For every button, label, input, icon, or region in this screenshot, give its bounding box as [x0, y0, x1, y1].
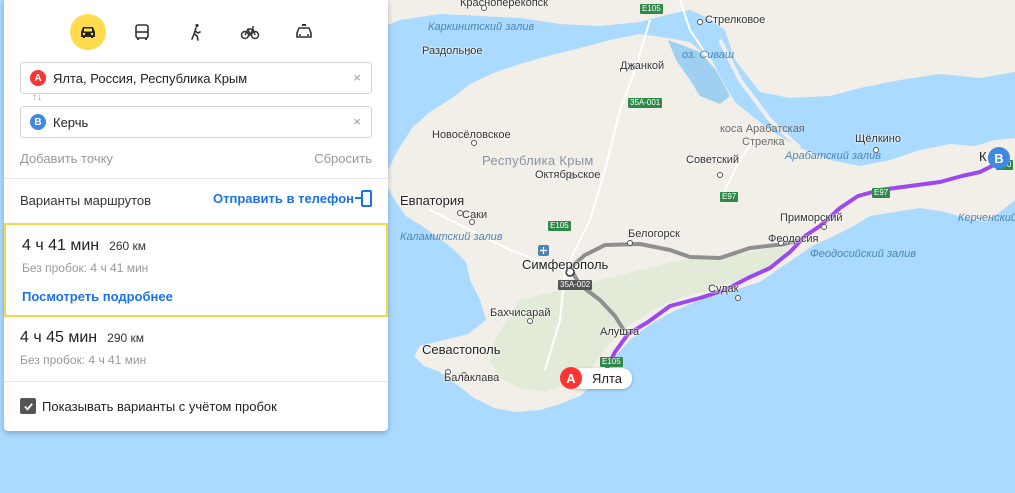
city-kerch-partial: К — [979, 149, 987, 164]
pin-b-marker[interactable]: B — [988, 147, 1010, 169]
point-actions: Добавить точку Сбросить — [20, 151, 372, 166]
city-bakhchisaray: Бахчисарай — [490, 307, 551, 319]
water-sivash: оз. Сиваш — [682, 49, 735, 61]
region-label: Республика Крым — [482, 153, 594, 168]
reset-button[interactable]: Сбросить — [314, 151, 372, 166]
city-shchelkino: Щёлкино — [855, 133, 901, 145]
route-1-details-link[interactable]: Посмотреть подробнее — [22, 289, 370, 304]
car-icon — [81, 27, 95, 38]
from-input[interactable] — [53, 70, 343, 86]
city-sevastopol: Севастополь — [422, 342, 501, 357]
transport-modes — [70, 14, 340, 50]
city-balaklava: Балаклава — [444, 372, 500, 384]
spit-label-2: Стрелка — [742, 136, 785, 148]
route-option-1[interactable]: 4 ч 41 мин 260 км Без пробок: 4 ч 41 мин … — [4, 223, 388, 317]
mode-car-button[interactable] — [70, 14, 106, 50]
city-saki: Саки — [462, 209, 488, 221]
swap-icon[interactable]: ↑↓ — [32, 93, 42, 103]
route-1-distance: 260 км — [109, 239, 146, 253]
city-feodosia: Феодосия — [768, 233, 819, 245]
traffic-checkbox-label: Показывать варианты с учётом пробок — [42, 398, 277, 414]
route-2-time: 4 ч 45 мин — [20, 329, 98, 346]
bike-icon — [240, 26, 260, 40]
taxi-icon — [296, 24, 312, 38]
mode-bike-button[interactable] — [232, 14, 268, 50]
city-sovetsky: Советский — [686, 154, 740, 166]
route-2-no-traffic: Без пробок: 4 ч 41 мин — [20, 353, 147, 367]
from-badge: A — [30, 70, 46, 86]
to-badge: B — [30, 114, 46, 130]
road-shield-35a001: 35А-001 — [628, 98, 663, 108]
traffic-checkbox-row[interactable]: Показывать варианты с учётом пробок — [20, 398, 277, 414]
send-to-phone-label: Отправить в телефон — [213, 191, 354, 206]
variants-header: Варианты маршрутов Отправить в телефон — [20, 190, 372, 208]
road-shield-e105-bottom: E105 — [600, 357, 623, 367]
route-1-no-traffic: Без пробок: 4 ч 41 мин — [22, 261, 149, 275]
check-icon — [23, 402, 33, 411]
city-primorsky: Приморский — [780, 212, 843, 224]
route-option-2[interactable]: 4 ч 45 мин 290 км Без пробок: 4 ч 41 мин — [4, 317, 388, 381]
mode-walk-button[interactable] — [178, 14, 214, 50]
mode-taxi-button[interactable] — [286, 14, 322, 50]
city-strelkovoe: Стрелковое — [705, 14, 766, 26]
divider — [4, 381, 388, 382]
spit-label-1: коса Арабатская — [720, 123, 805, 135]
water-feodosia: Феодосийский залив — [810, 248, 916, 260]
divider — [4, 178, 388, 179]
city-simferopol: Симферополь — [522, 257, 609, 272]
to-field[interactable]: B × — [20, 106, 372, 138]
traffic-checkbox[interactable] — [20, 398, 36, 414]
from-clear-icon[interactable]: × — [353, 71, 361, 85]
city-alushta: Алушта — [600, 326, 640, 338]
city-krasnoperekopsk: Красноперекопск — [460, 0, 548, 9]
city-sudak: Судак — [708, 283, 739, 295]
city-evpatoria: Евпатория — [400, 193, 465, 208]
to-clear-icon[interactable]: × — [353, 115, 361, 129]
pin-a-marker[interactable]: A — [560, 367, 582, 389]
water-karkinit: Каркинитский залив — [428, 21, 535, 33]
road-shield-e97: E97 — [720, 192, 739, 202]
send-to-phone-button[interactable]: Отправить в телефон — [213, 190, 372, 207]
from-field[interactable]: A × — [20, 62, 372, 94]
walk-icon — [191, 23, 201, 41]
city-belogorsk: Белогорск — [628, 228, 680, 240]
add-point-button[interactable]: Добавить точку — [20, 151, 113, 166]
city-razdolnoe: Раздольное — [422, 45, 483, 57]
road-shield-e105-mid: E105 — [548, 221, 571, 231]
route-2-distance: 290 км — [107, 331, 144, 345]
mode-bus-button[interactable] — [124, 14, 160, 50]
water-arabat: Арабатский залив — [785, 150, 881, 162]
road-shield-e97-east: E97 — [872, 188, 891, 198]
road-shield-e105-top: E105 — [640, 4, 663, 14]
phone-icon — [355, 190, 372, 207]
city-oktyabrskoe: Октябрьское — [535, 169, 601, 181]
to-input[interactable] — [53, 114, 343, 130]
water-kalamit: Каламитский залив — [400, 231, 503, 243]
variants-title: Варианты маршрутов — [20, 193, 152, 208]
city-dzhankoy: Джанкой — [620, 60, 665, 72]
road-shield-35a002: 35А-002 — [558, 280, 593, 290]
water-kerch: Керченский — [958, 212, 1015, 224]
city-novoselovskoe: Новосёловское — [432, 129, 511, 141]
route-panel: A × ↑↓ B × Добавить точку Сбросить Вариа… — [4, 0, 388, 431]
bus-icon — [135, 24, 149, 40]
route-1-time: 4 ч 41 мин — [22, 237, 100, 254]
